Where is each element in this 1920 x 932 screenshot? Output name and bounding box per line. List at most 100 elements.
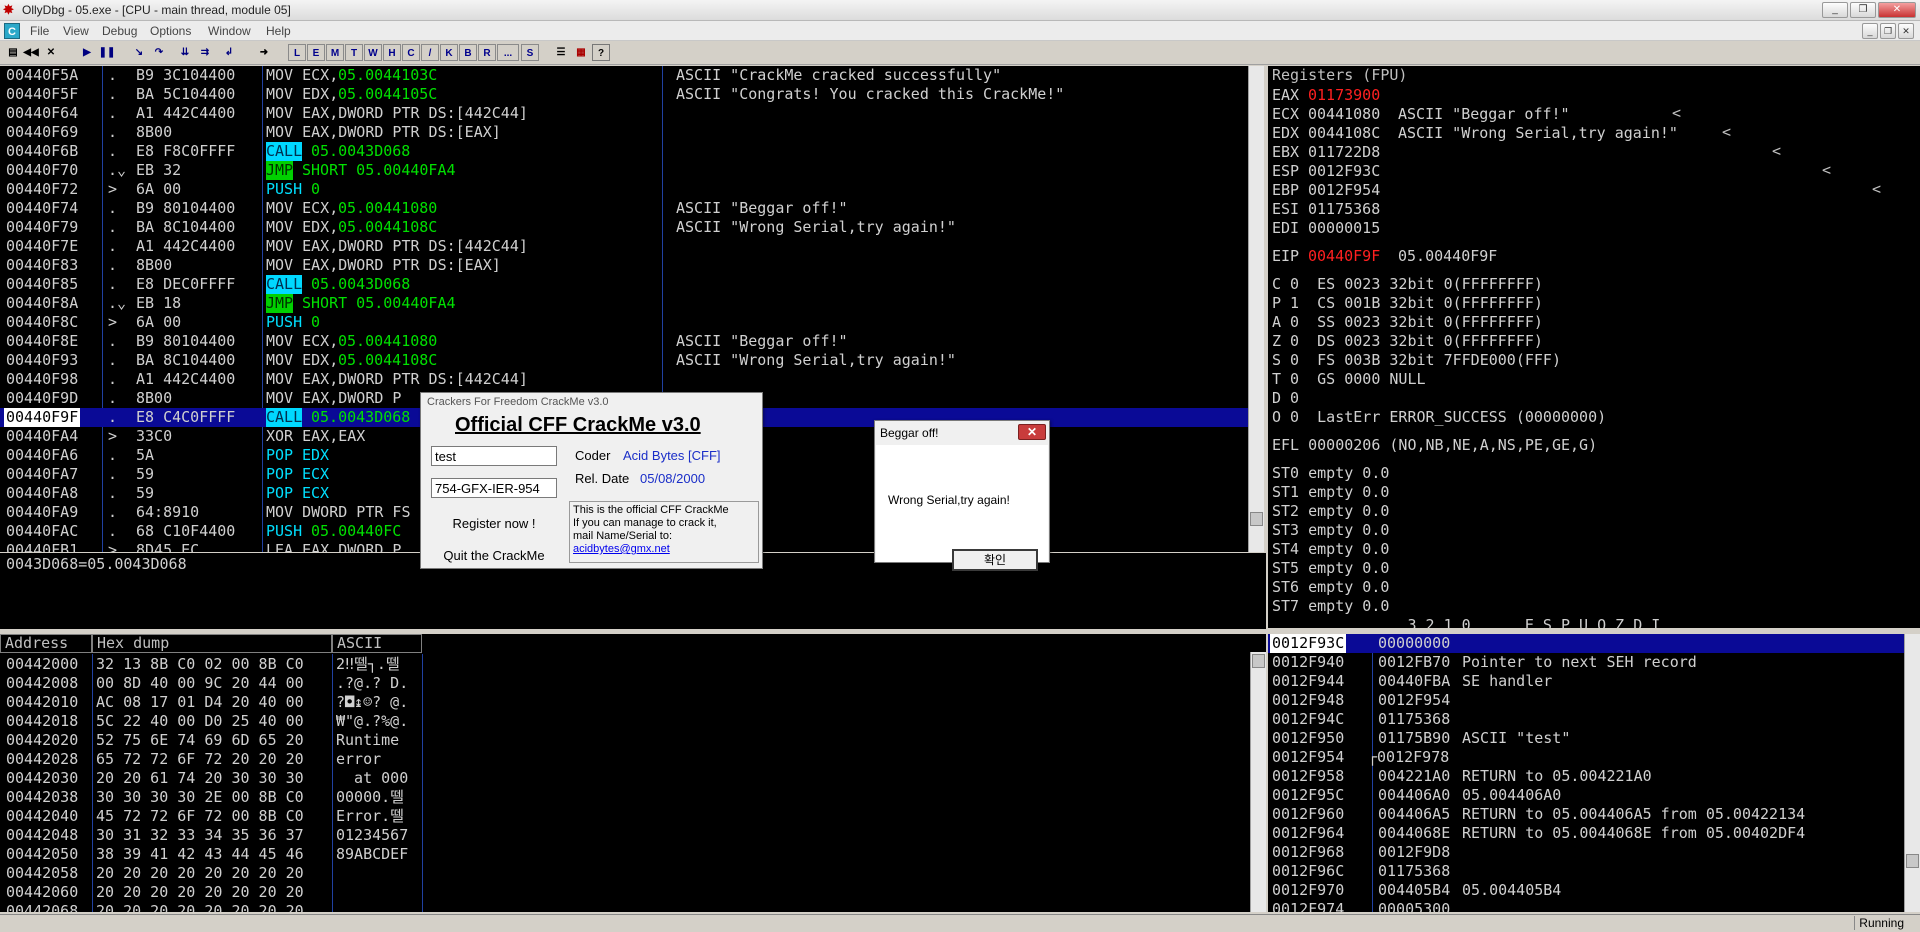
run-trace-window-button[interactable]: ... <box>497 44 519 61</box>
stack-scrollbar[interactable] <box>1904 634 1920 912</box>
disasm-row[interactable]: 00440F8E. B9 80104400 MOV ECX, 05.00441080 A… <box>0 332 1248 351</box>
memory-window-button[interactable]: M <box>326 44 344 61</box>
source-window-button[interactable]: S <box>521 44 539 61</box>
dump-row[interactable]: 00442038 30 30 30 30 2E 00 8B C0 00000.뗄 <box>0 788 1248 807</box>
stack-row[interactable]: 0012F94C 01175368 <box>1268 710 1908 729</box>
menu-view[interactable]: View <box>63 24 89 38</box>
disasm-row[interactable]: 00440F8C >6A 00 PUSH 0 <box>0 313 1248 332</box>
ok-button[interactable]: 확인 <box>952 549 1038 571</box>
memory-dump-pane[interactable]: Address Hex dump ASCII 00442000 32 13 8B … <box>0 634 1266 912</box>
arrow-left-icon[interactable]: < <box>1822 161 1831 180</box>
disasm-row[interactable]: 00440F98. A1 442C4400 MOV EAX,DWORD PTR DS… <box>0 370 1248 389</box>
dump-row[interactable]: 00442018 5C 22 40 00 D0 25 40 00 ₩"@.?%@. <box>0 712 1248 731</box>
dump-row[interactable]: 00442048 30 31 32 33 34 35 36 37 01234567 <box>0 826 1248 845</box>
run-icon[interactable]: ▶ <box>78 44 96 61</box>
stack-row[interactable]: 0012F944 00440FBA SE handler <box>1268 672 1908 691</box>
disasm-row[interactable]: 00440F72 >6A 00 PUSH 0 <box>0 180 1248 199</box>
quit-button[interactable]: Quit the CrackMe <box>429 548 559 563</box>
references-window-button[interactable]: R <box>478 44 496 61</box>
stack-row[interactable]: 0012F940 0012FB70 Pointer to next SEH reco… <box>1268 653 1908 672</box>
handles-window-button[interactable]: H <box>383 44 401 61</box>
close-debuggee-icon[interactable]: ✕ <box>42 44 60 61</box>
dump-row[interactable]: 00442050 38 39 41 42 43 44 45 46 89ABCDEF <box>0 845 1248 864</box>
disasm-row[interactable]: 00440F93. BA 8C104400 MOV EDX, 05.0044108C A… <box>0 351 1248 370</box>
registers-pane[interactable]: Registers (FPU) < < < < < EAX 01173900 ECX… <box>1268 66 1920 628</box>
dump-address-header[interactable]: Address <box>0 634 92 653</box>
stack-row[interactable]: 0012F964 0044068E RETURN to 05.0044068E fr… <box>1268 824 1908 843</box>
execute-till-return-icon[interactable]: ↲ <box>220 44 238 61</box>
modules-window-button[interactable]: E <box>307 44 325 61</box>
disasm-row[interactable]: 00440F5A. B9 3C104400 MOV ECX, 05.0044103C A… <box>0 66 1248 85</box>
help-icon[interactable]: ? <box>592 44 610 61</box>
arrow-left-icon[interactable]: < <box>1672 104 1681 123</box>
menu-file[interactable]: File <box>30 24 49 38</box>
stack-row[interactable]: 0012F958 004221A0 RETURN to 05.004221A0 <box>1268 767 1908 786</box>
stack-row[interactable]: 0012F974 00005300 <box>1268 900 1908 912</box>
restart-icon[interactable]: ◀◀ <box>22 44 40 61</box>
stack-row[interactable]: 0012F93C 00000000 <box>1268 634 1908 653</box>
maximize-button[interactable]: ❐ <box>1850 2 1876 18</box>
close-window-button[interactable]: ✕ <box>1878 2 1916 18</box>
trace-over-icon[interactable]: ⇉ <box>196 44 214 61</box>
stack-row[interactable]: 0012F96C 01175368 <box>1268 862 1908 881</box>
dump-row[interactable]: 00442060 20 20 20 20 20 20 20 20 <box>0 883 1248 902</box>
dump-row[interactable]: 00442028 65 72 72 6F 72 20 20 20 error <box>0 750 1248 769</box>
menu-debug[interactable]: Debug <box>102 24 137 38</box>
mdi-minimize-button[interactable]: _ <box>1862 23 1878 39</box>
register-button[interactable]: Register now ! <box>429 516 559 531</box>
minimize-button[interactable]: _ <box>1822 2 1848 18</box>
threads-window-button[interactable]: T <box>345 44 363 61</box>
stack-row[interactable]: 0012F968 0012F9D8 <box>1268 843 1908 862</box>
stack-pane[interactable]: 0012F93C 00000000 0012F940 0012FB70 Pointer … <box>1268 634 1920 912</box>
disasm-row[interactable]: 00440F5F. BA 5C104400 MOV EDX, 05.0044105C A… <box>0 85 1248 104</box>
dump-row[interactable]: 00442020 52 75 6E 74 69 6D 65 20 Runtime <box>0 731 1248 750</box>
dump-scrollbar[interactable] <box>1250 652 1266 912</box>
dump-row[interactable]: 00442010 AC 08 17 01 D4 20 40 00 ?◘↨☺? @. <box>0 693 1248 712</box>
patches-window-button[interactable]: / <box>421 44 439 61</box>
cpu-window-button[interactable]: C <box>402 44 420 61</box>
arrow-left-icon[interactable]: < <box>1772 142 1781 161</box>
log-window-button[interactable]: L <box>288 44 306 61</box>
dump-hex-header[interactable]: Hex dump <box>92 634 332 653</box>
menu-options[interactable]: Options <box>150 24 191 38</box>
disasm-row[interactable]: 00440F74. B9 80104400 MOV ECX, 05.00441080 A… <box>0 199 1248 218</box>
mdi-restore-button[interactable]: ❐ <box>1880 23 1896 39</box>
serial-input[interactable] <box>431 478 557 498</box>
disasm-row[interactable]: 00440F83. 8B00 MOV EAX,DWORD PTR DS:[EAX] <box>0 256 1248 275</box>
cpu-window-icon[interactable]: C <box>4 23 20 39</box>
windows-window-button[interactable]: W <box>364 44 382 61</box>
disasm-row[interactable]: 00440F70 .⌄ EB 32 JMP SHORT 05.00440FA4 <box>0 161 1248 180</box>
registers-header[interactable]: Registers (FPU) < < < < < <box>1268 66 1920 198</box>
dump-ascii-header[interactable]: ASCII <box>332 634 422 653</box>
pause-icon[interactable]: ❚❚ <box>98 44 116 61</box>
dump-row[interactable]: 00442000 32 13 8B C0 02 00 8B C0 2‼뗄┐.뗄 <box>0 655 1248 674</box>
dump-row[interactable]: 00442040 45 72 72 6F 72 00 8B C0 Error.뗄 <box>0 807 1248 826</box>
stack-row[interactable]: 0012F950 01175B90 ASCII "test" <box>1268 729 1908 748</box>
stack-row[interactable]: 0012F970 004405B4 05.004405B4 <box>1268 881 1908 900</box>
dump-row[interactable]: 00442008 00 8D 40 00 9C 20 44 00 .?@.? D. <box>0 674 1248 693</box>
stack-row[interactable]: 0012F954 ┌0012F978 <box>1268 748 1908 767</box>
disasm-row[interactable]: 00440F79. BA 8C104400 MOV EDX, 05.0044108C A… <box>0 218 1248 237</box>
disassembly-scrollbar[interactable] <box>1248 66 1264 552</box>
disasm-row[interactable]: 00440F69. 8B00 MOV EAX,DWORD PTR DS:[EAX] <box>0 123 1248 142</box>
disasm-row[interactable]: 00440F6B. E8 F8C0FFFF CALL 05.0043D068 <box>0 142 1248 161</box>
appearance-icon[interactable]: ▦ <box>572 44 590 61</box>
step-over-icon[interactable]: ↷ <box>150 44 168 61</box>
stack-row[interactable]: 0012F948 0012F954 <box>1268 691 1908 710</box>
close-icon[interactable]: ✕ <box>1018 424 1046 440</box>
disasm-row[interactable]: 00440F7E. A1 442C4400 MOV EAX,DWORD PTR DS… <box>0 237 1248 256</box>
call-stack-window-button[interactable]: K <box>440 44 458 61</box>
disasm-row[interactable]: 00440F85. E8 DEC0FFFF CALL 05.0043D068 <box>0 275 1248 294</box>
stack-row[interactable]: 0012F95C 004406A0 05.004406A0 <box>1268 786 1908 805</box>
mdi-close-button[interactable]: ✕ <box>1898 23 1914 39</box>
trace-into-icon[interactable]: ⇊ <box>176 44 194 61</box>
name-input[interactable] <box>431 446 557 466</box>
step-into-icon[interactable]: ↘ <box>130 44 148 61</box>
disasm-row[interactable]: 00440F64. A1 442C4400 MOV EAX,DWORD PTR DS… <box>0 104 1248 123</box>
open-icon[interactable]: ▤ <box>4 44 22 61</box>
dump-row[interactable]: 00442030 20 20 61 74 20 30 30 30 at 000 <box>0 769 1248 788</box>
menu-window[interactable]: Window <box>208 24 251 38</box>
menu-help[interactable]: Help <box>266 24 291 38</box>
arrow-left-icon[interactable]: < <box>1872 180 1881 199</box>
dump-row[interactable]: 00442058 20 20 20 20 20 20 20 20 <box>0 864 1248 883</box>
